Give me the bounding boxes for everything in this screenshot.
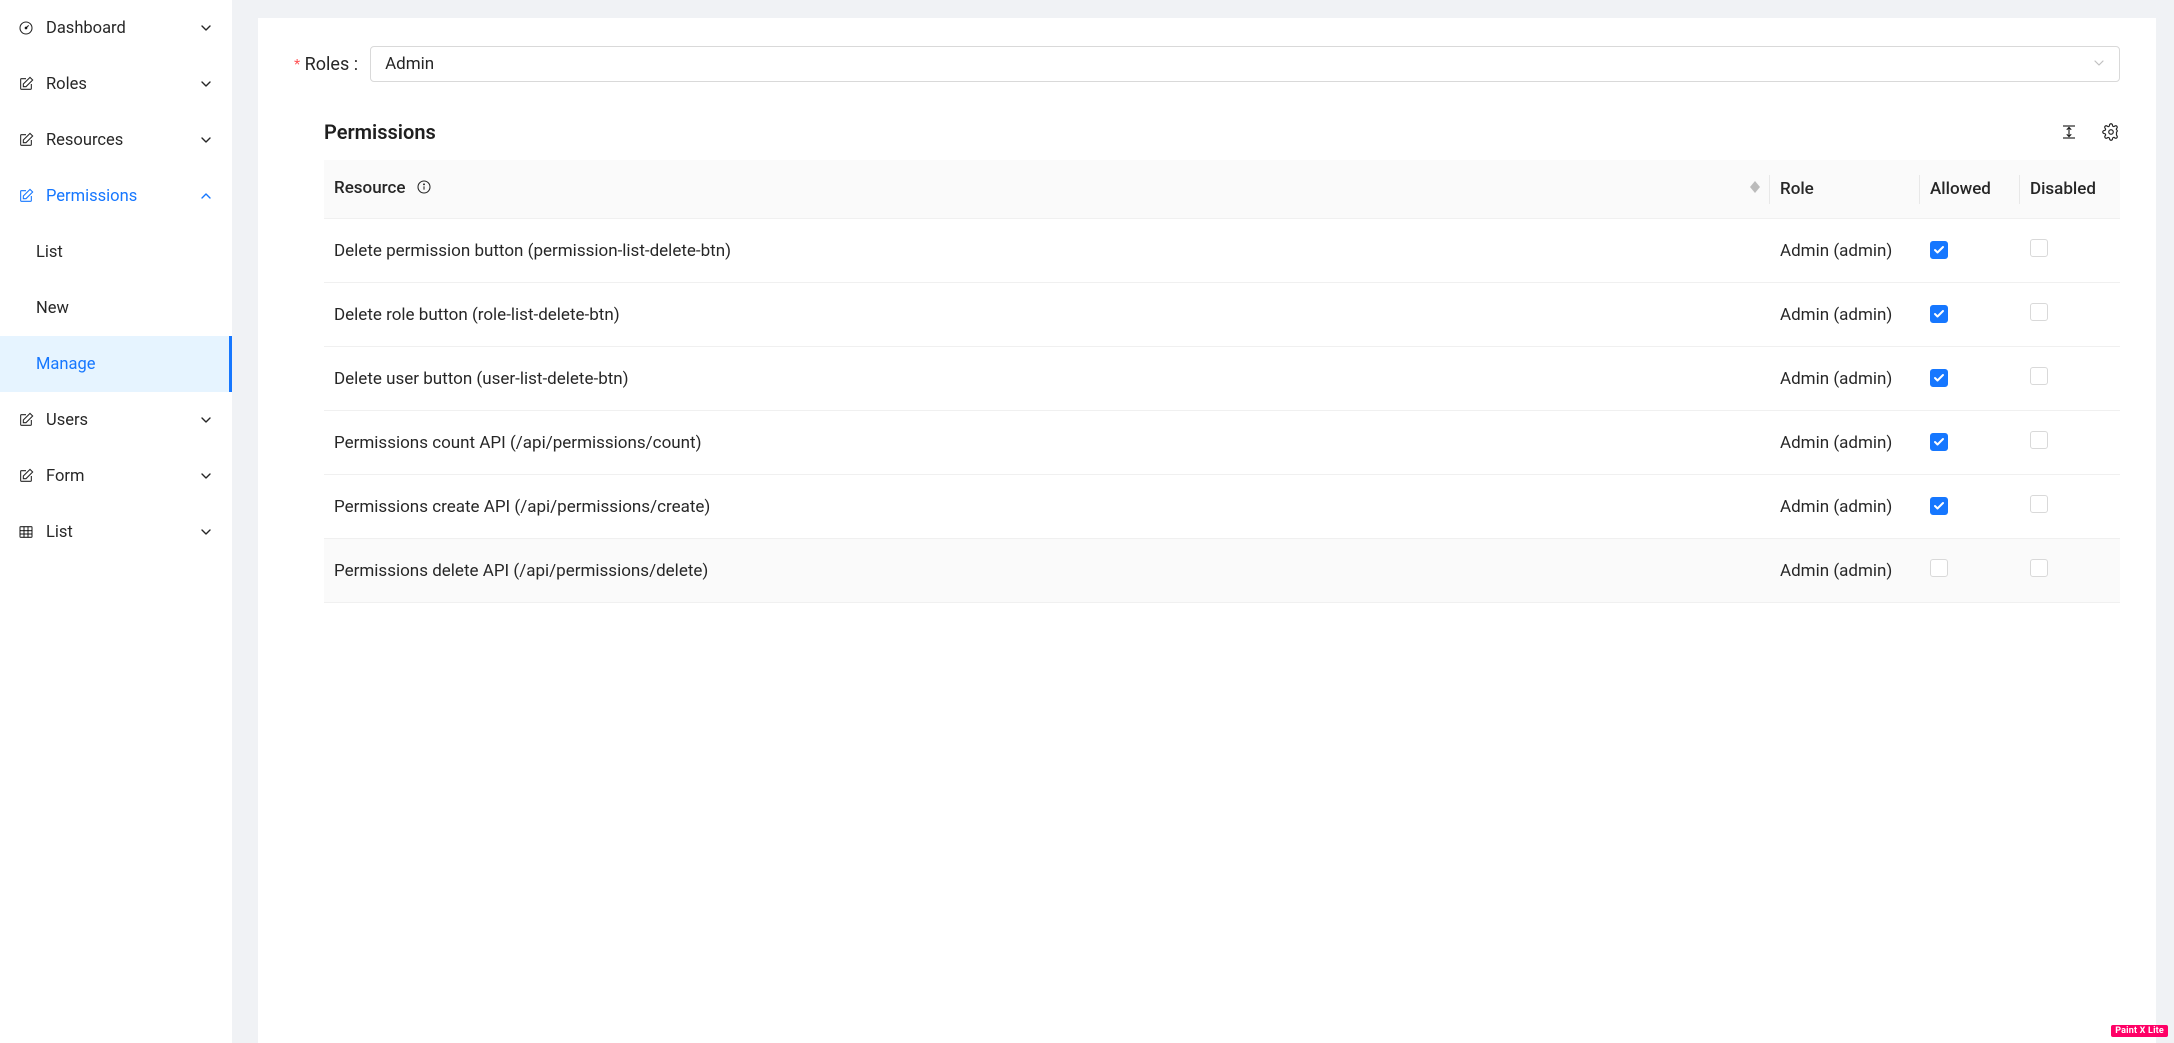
main-content: Roles : Admin Permissions — [232, 0, 2174, 1043]
roles-label: Roles : — [294, 54, 358, 75]
cell-role: Admin (admin) — [1770, 283, 1920, 347]
chevron-up-icon — [200, 190, 212, 202]
roles-select-value: Admin — [385, 54, 2093, 74]
chevron-down-icon — [200, 470, 212, 482]
column-header-resource[interactable]: Resource — [324, 160, 1770, 219]
checkbox[interactable] — [2030, 239, 2048, 257]
table-actions — [2060, 123, 2120, 141]
table-icon — [18, 524, 34, 540]
column-height-icon[interactable] — [2060, 123, 2078, 141]
table-row: Delete user button (user-list-delete-btn… — [324, 347, 2120, 411]
chevron-down-icon — [200, 134, 212, 146]
chevron-down-icon — [2093, 54, 2105, 74]
sidebar-item-label: Permissions — [46, 187, 200, 206]
sidebar-item-label: List — [46, 523, 200, 542]
sidebar-item-label: Resources — [46, 131, 200, 150]
watermark: Paint X Lite — [2111, 1025, 2168, 1037]
sidebar-item-label: Roles — [46, 75, 200, 94]
info-icon[interactable] — [416, 179, 432, 200]
edit-icon — [18, 76, 34, 92]
checkbox[interactable] — [2030, 559, 2048, 577]
permissions-table-section: Permissions Resource — [294, 120, 2120, 603]
checkbox[interactable] — [2030, 367, 2048, 385]
cell-resource: Delete permission button (permission-lis… — [324, 219, 1770, 283]
cell-role: Admin (admin) — [1770, 411, 1920, 475]
sort-icon[interactable] — [1750, 181, 1760, 193]
checkbox[interactable] — [1930, 369, 1948, 387]
checkbox[interactable] — [2030, 303, 2048, 321]
table-title: Permissions — [324, 120, 2060, 144]
table-row: Delete permission button (permission-lis… — [324, 219, 2120, 283]
sidebar-subitem-manage[interactable]: Manage — [0, 336, 232, 392]
gear-icon[interactable] — [2102, 123, 2120, 141]
table-header-bar: Permissions — [324, 120, 2120, 144]
cell-role: Admin (admin) — [1770, 475, 1920, 539]
checkbox[interactable] — [1930, 241, 1948, 259]
sidebar-item-label: Users — [46, 411, 200, 430]
cell-allowed — [1920, 219, 2020, 283]
cell-disabled — [2020, 411, 2120, 475]
sidebar-item-roles[interactable]: Roles — [0, 56, 232, 112]
sidebar-subitem-list[interactable]: List — [0, 224, 232, 280]
permissions-table: Resource Role — [324, 160, 2120, 603]
cell-allowed — [1920, 475, 2020, 539]
column-header-role[interactable]: Role — [1770, 160, 1920, 219]
cell-allowed — [1920, 539, 2020, 603]
table-row: Delete role button (role-list-delete-btn… — [324, 283, 2120, 347]
chevron-down-icon — [200, 78, 212, 90]
cell-disabled — [2020, 347, 2120, 411]
sidebar-item-label: Dashboard — [46, 19, 200, 38]
cell-disabled — [2020, 219, 2120, 283]
cell-disabled — [2020, 539, 2120, 603]
edit-icon — [18, 188, 34, 204]
cell-disabled — [2020, 283, 2120, 347]
sidebar-subitem-new[interactable]: New — [0, 280, 232, 336]
cell-resource: Delete user button (user-list-delete-btn… — [324, 347, 1770, 411]
cell-resource: Permissions count API (/api/permissions/… — [324, 411, 1770, 475]
checkbox[interactable] — [2030, 495, 2048, 513]
cell-resource: Permissions delete API (/api/permissions… — [324, 539, 1770, 603]
checkbox[interactable] — [1930, 497, 1948, 515]
sidebar-item-list[interactable]: List — [0, 504, 232, 560]
edit-icon — [18, 132, 34, 148]
chevron-down-icon — [200, 22, 212, 34]
sidebar: DashboardRolesResourcesPermissionsListNe… — [0, 0, 232, 1043]
cell-role: Admin (admin) — [1770, 539, 1920, 603]
checkbox[interactable] — [1930, 559, 1948, 577]
cell-allowed — [1920, 411, 2020, 475]
cell-resource: Delete role button (role-list-delete-btn… — [324, 283, 1770, 347]
cell-role: Admin (admin) — [1770, 347, 1920, 411]
checkbox[interactable] — [2030, 431, 2048, 449]
gauge-icon — [18, 20, 34, 36]
table-row: Permissions delete API (/api/permissions… — [324, 539, 2120, 603]
checkbox[interactable] — [1930, 433, 1948, 451]
cell-role: Admin (admin) — [1770, 219, 1920, 283]
table-row: Permissions count API (/api/permissions/… — [324, 411, 2120, 475]
sidebar-item-form[interactable]: Form — [0, 448, 232, 504]
checkbox[interactable] — [1930, 305, 1948, 323]
cell-resource: Permissions create API (/api/permissions… — [324, 475, 1770, 539]
sidebar-submenu-permissions: ListNewManage — [0, 224, 232, 392]
table-row: Permissions create API (/api/permissions… — [324, 475, 2120, 539]
edit-icon — [18, 412, 34, 428]
column-header-allowed[interactable]: Allowed — [1920, 160, 2020, 219]
sidebar-item-permissions[interactable]: Permissions — [0, 168, 232, 224]
cell-disabled — [2020, 475, 2120, 539]
roles-select[interactable]: Admin — [370, 46, 2120, 82]
chevron-down-icon — [200, 526, 212, 538]
chevron-down-icon — [200, 414, 212, 426]
cell-allowed — [1920, 283, 2020, 347]
edit-icon — [18, 468, 34, 484]
content-card: Roles : Admin Permissions — [258, 18, 2156, 1043]
roles-form-row: Roles : Admin — [294, 46, 2120, 82]
sidebar-item-resources[interactable]: Resources — [0, 112, 232, 168]
sidebar-item-dashboard[interactable]: Dashboard — [0, 0, 232, 56]
cell-allowed — [1920, 347, 2020, 411]
sidebar-item-users[interactable]: Users — [0, 392, 232, 448]
sidebar-item-label: Form — [46, 467, 200, 486]
column-header-disabled[interactable]: Disabled — [2020, 160, 2120, 219]
